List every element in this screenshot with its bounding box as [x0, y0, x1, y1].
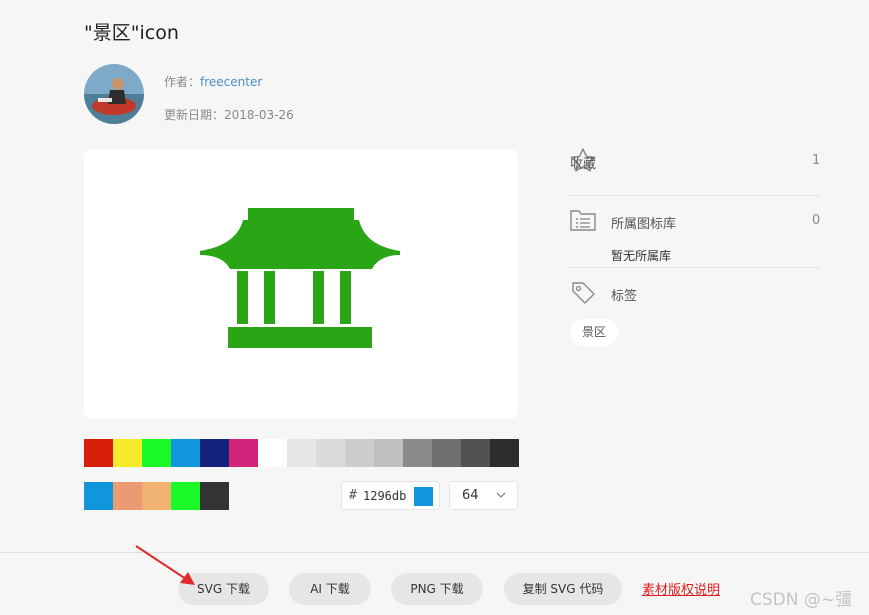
chevron-down-icon [496, 492, 506, 498]
license-link[interactable]: 素材版权说明 [642, 579, 720, 598]
color-swatch[interactable] [432, 439, 461, 467]
color-swatch[interactable] [84, 482, 113, 510]
color-swatch[interactable] [200, 439, 229, 467]
author-avatar[interactable] [84, 64, 144, 124]
watermark: CSDN @~彊 [750, 590, 853, 610]
divider [570, 195, 820, 196]
color-palette [84, 439, 519, 467]
color-swatch[interactable] [374, 439, 403, 467]
color-swatch[interactable] [345, 439, 374, 467]
icon-preview [84, 150, 518, 418]
author-info: 作者：freecenter [164, 73, 262, 90]
color-swatch[interactable] [490, 439, 519, 467]
color-swatch[interactable] [316, 439, 345, 467]
favorite-label[interactable]: 收藏 [570, 153, 596, 172]
pavilion-icon [200, 208, 400, 348]
no-library-text: 暂无所属库 [611, 249, 672, 263]
favorite-count: 1 [812, 153, 821, 168]
hash-symbol: # [349, 488, 357, 503]
color-swatch[interactable] [171, 482, 200, 510]
color-hex-input[interactable]: # 1296db [341, 481, 440, 510]
color-swatch[interactable] [142, 482, 171, 510]
recent-colors [84, 482, 229, 510]
library-count: 0 [812, 213, 821, 228]
color-swatch[interactable] [287, 439, 316, 467]
color-chip[interactable] [414, 487, 433, 506]
page-title: "景区"icon [84, 22, 179, 44]
update-label: 更新日期： [164, 108, 225, 122]
hex-value: 1296db [363, 489, 407, 503]
png-download-button[interactable]: PNG 下载 [391, 573, 483, 605]
ai-download-button[interactable]: AI 下载 [289, 573, 371, 605]
library-label: 所属图标库 [611, 217, 677, 232]
color-swatch[interactable] [142, 439, 171, 467]
copy-svg-button[interactable]: 复制 SVG 代码 [504, 573, 622, 605]
tags-label: 标签 [611, 289, 638, 304]
color-swatch[interactable] [403, 439, 432, 467]
tag-icon [572, 282, 595, 304]
size-select[interactable]: 64 [449, 481, 518, 510]
color-swatch[interactable] [229, 439, 258, 467]
update-date: 2018-03-26 [224, 108, 294, 122]
color-swatch[interactable] [200, 482, 229, 510]
svg-download-button[interactable]: SVG 下载 [178, 573, 269, 605]
color-swatch[interactable] [461, 439, 490, 467]
author-label: 作者： [164, 75, 201, 89]
footer-divider [0, 552, 869, 553]
tag-chip[interactable]: 景区 [570, 319, 618, 346]
color-swatch[interactable] [258, 439, 287, 467]
color-swatch[interactable] [84, 439, 113, 467]
color-swatch[interactable] [171, 439, 200, 467]
divider [570, 267, 820, 268]
author-link[interactable]: freecenter [200, 75, 262, 89]
size-value: 64 [462, 488, 479, 503]
color-swatch[interactable] [113, 439, 142, 467]
update-date-info: 更新日期：2018-03-26 [164, 106, 294, 123]
library-icon [570, 210, 596, 231]
color-swatch[interactable] [113, 482, 142, 510]
